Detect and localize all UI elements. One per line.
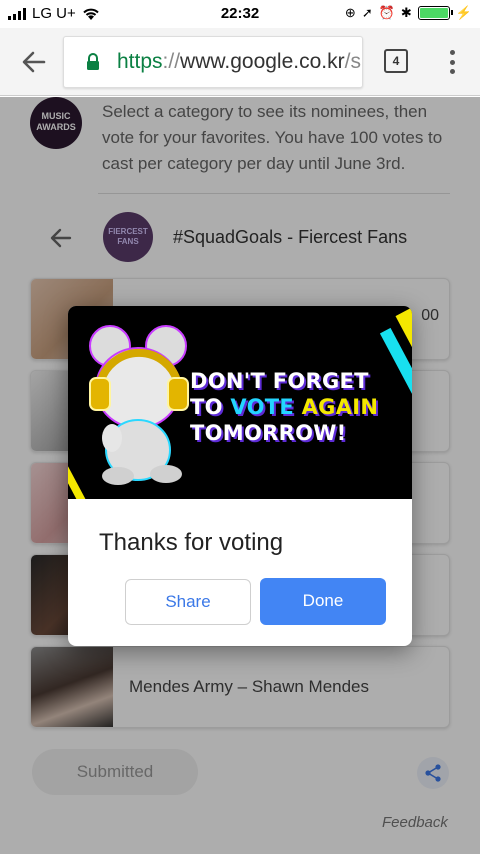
- url-text: https://www.google.co.kr/s: [117, 50, 361, 74]
- url-tail: /s: [344, 50, 361, 73]
- banner-line-2-a: TO: [190, 395, 231, 419]
- orientation-lock-icon: ⊕: [344, 5, 356, 20]
- vote-confirmation-dialog: DON'T FORGET TO VOTE AGAIN TOMORROW! Tha…: [68, 306, 412, 646]
- lock-icon: [87, 53, 99, 70]
- status-bar: LG U+ 22:32 ⊕ ➚ ⏰ ✱ ⚡: [0, 0, 480, 28]
- battery-icon: [417, 6, 453, 20]
- tab-switcher-button[interactable]: 4: [384, 49, 408, 73]
- location-icon: ➚: [361, 5, 373, 20]
- status-right: ⊕ ➚ ⏰ ✱ ⚡: [345, 5, 472, 21]
- charging-icon: ⚡: [455, 5, 472, 20]
- url-slashes: ://: [162, 50, 181, 73]
- banner-line-2-b: VOTE: [230, 395, 302, 419]
- banner-line-2: TO VOTE AGAIN: [190, 394, 378, 420]
- address-bar[interactable]: https://www.google.co.kr/s: [63, 36, 363, 88]
- url-host: www.google.co.kr: [180, 50, 345, 73]
- browser-toolbar: https://www.google.co.kr/s 4: [0, 28, 480, 96]
- banner-line-2-c: AGAIN: [301, 395, 379, 419]
- share-button[interactable]: Share: [125, 579, 251, 625]
- dialog-title: Thanks for voting: [99, 529, 284, 556]
- overflow-menu-icon[interactable]: [440, 48, 464, 76]
- banner-line-1: DON'T FORGET: [190, 369, 369, 393]
- bear-headphones-illustration: [89, 325, 189, 485]
- banner-headline: DON'T FORGET TO VOTE AGAIN TOMORROW!: [190, 368, 378, 446]
- done-button[interactable]: Done: [260, 578, 386, 625]
- back-arrow-icon[interactable]: [18, 46, 50, 78]
- banner-line-3: TOMORROW!: [190, 421, 347, 445]
- alarm-icon: ⏰: [378, 5, 395, 20]
- promo-banner: DON'T FORGET TO VOTE AGAIN TOMORROW!: [68, 306, 412, 499]
- bluetooth-icon: ✱: [400, 5, 412, 20]
- url-scheme: https: [117, 50, 163, 73]
